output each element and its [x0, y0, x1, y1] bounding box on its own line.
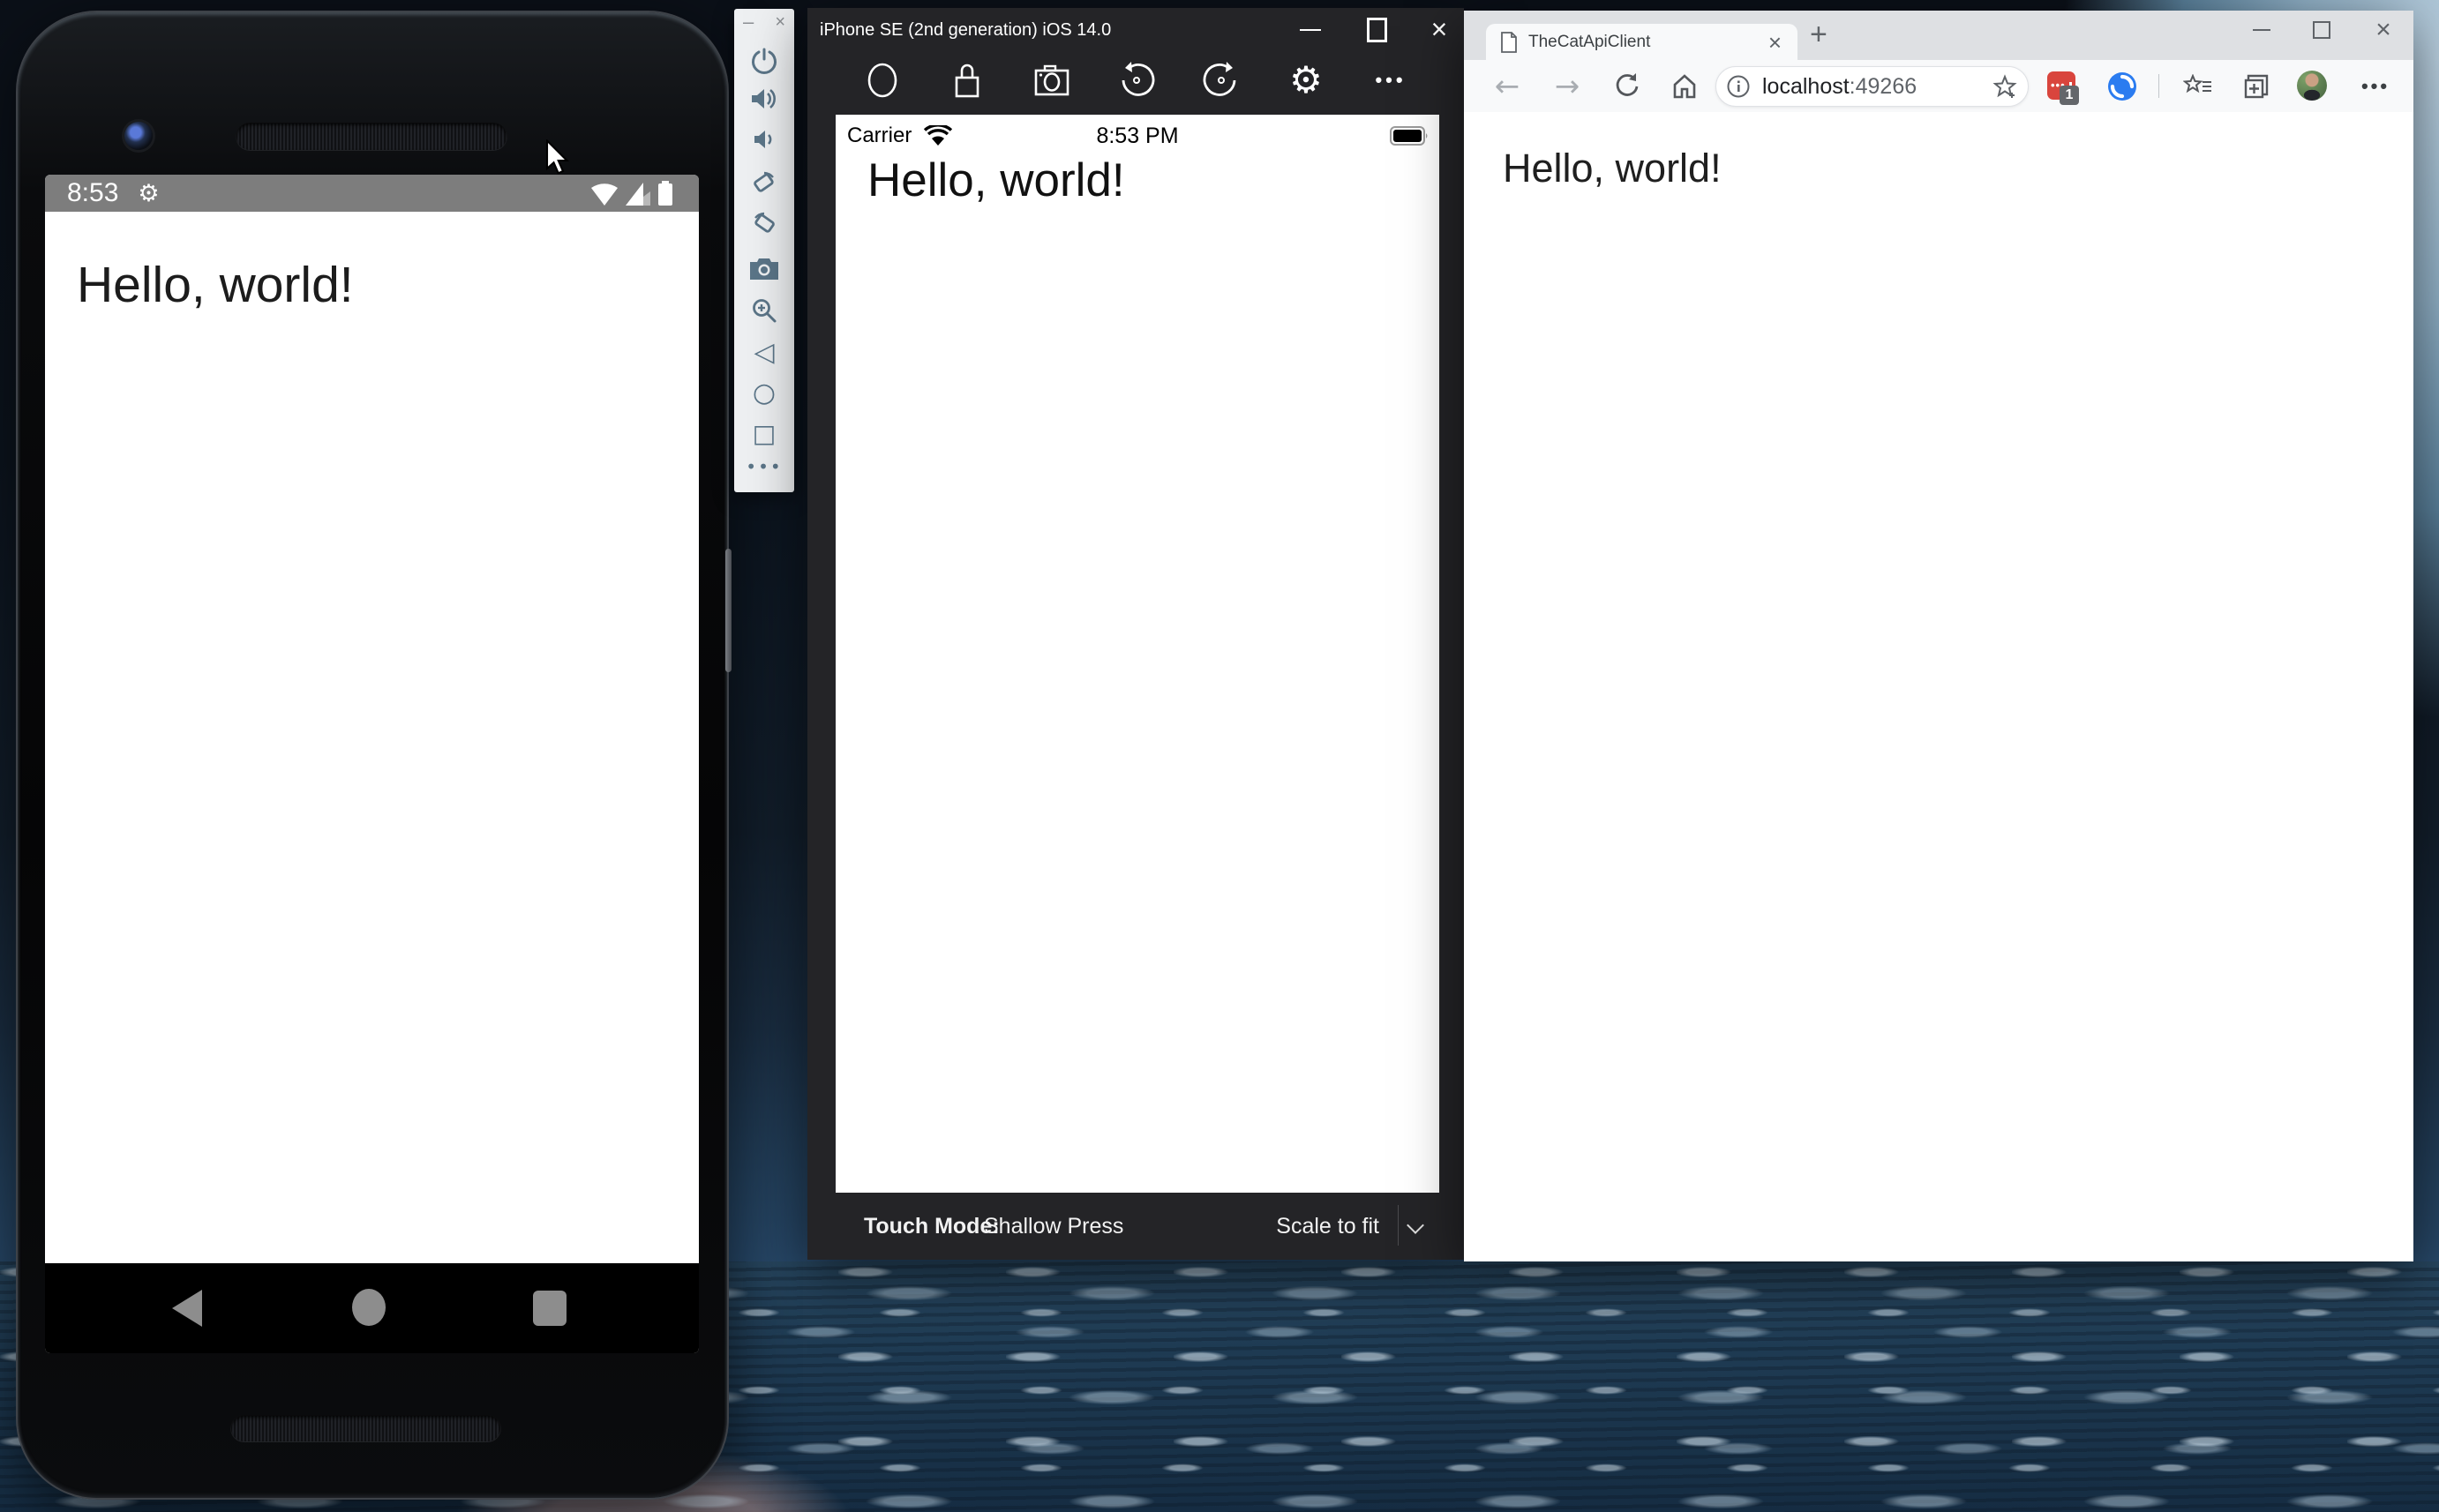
- clock-text: 8:53: [67, 178, 118, 208]
- rotate-right-icon[interactable]: [1198, 59, 1244, 101]
- toolbar-divider: [2158, 74, 2159, 98]
- ios-hello-text: Hello, world!: [867, 153, 1125, 207]
- lock-icon[interactable]: [944, 59, 990, 101]
- tab-strip: TheCatApiClient × + ×: [1464, 11, 2413, 60]
- settings-more-icon[interactable]: •••: [2354, 60, 2397, 112]
- touch-mode-value: Shallow Press: [984, 1214, 1123, 1239]
- rotate-left-icon[interactable]: [1114, 59, 1159, 101]
- url-host: localhost: [1762, 74, 1850, 99]
- wifi-icon: [591, 183, 618, 206]
- browser-tab[interactable]: TheCatApiClient ×: [1486, 24, 1797, 60]
- status-icons: [591, 181, 672, 206]
- page-content: Hello, world!: [1464, 112, 2413, 1261]
- new-tab-button[interactable]: +: [1810, 18, 1827, 52]
- site-info-icon[interactable]: [1727, 75, 1750, 98]
- earpiece-speaker: [236, 123, 507, 151]
- mouse-cursor: [544, 139, 571, 176]
- touch-mode-label: Touch Mode:: [864, 1214, 1000, 1239]
- browser-toolbar: ← → localhost:49266 ••• 1: [1464, 60, 2413, 112]
- collections-icon[interactable]: [2235, 60, 2278, 112]
- overview-nav-icon[interactable]: □: [734, 415, 794, 451]
- home-button[interactable]: [352, 1289, 386, 1326]
- close-icon[interactable]: ×: [775, 11, 785, 34]
- url-text[interactable]: localhost:49266: [1762, 74, 1917, 100]
- home-circle-icon[interactable]: [859, 59, 905, 101]
- home-icon[interactable]: [1663, 60, 1706, 112]
- ios-simulator-window: iPhone SE (2nd generation) iOS 14.0 × ⚙ …: [807, 8, 1464, 1260]
- browser-hello-text: Hello, world!: [1503, 146, 1722, 191]
- emulator-toolbar-titlebar: – ×: [734, 11, 794, 35]
- emulator-toolbar: – × ◁ ○ □ •••: [734, 9, 794, 492]
- back-icon[interactable]: ←: [1486, 60, 1528, 112]
- back-button[interactable]: [172, 1290, 202, 1327]
- desktop: { "android_emulator": { "status_bar": { …: [0, 0, 2439, 1512]
- tab-title: TheCatApiClient: [1528, 33, 1650, 52]
- divider: [1398, 1205, 1399, 1246]
- signal-icon: [626, 183, 650, 206]
- more-icon[interactable]: •••: [1368, 59, 1414, 101]
- back-nav-icon[interactable]: ◁: [734, 334, 794, 370]
- ios-status-bar: Carrier 8:53 PM: [836, 122, 1439, 150]
- password-extension-icon[interactable]: ••• 1: [2047, 71, 2075, 100]
- android-nav-bar: [45, 1263, 699, 1353]
- url-port: :49266: [1850, 74, 1917, 99]
- window-title: iPhone SE (2nd generation) iOS 14.0: [820, 20, 1111, 41]
- battery-icon: [1390, 126, 1429, 146]
- zoom-icon[interactable]: [734, 293, 794, 328]
- close-button[interactable]: ×: [1420, 8, 1459, 51]
- rotate-left-icon[interactable]: [734, 166, 794, 201]
- volume-up-icon[interactable]: [734, 81, 794, 116]
- favorites-bar-icon[interactable]: [2177, 60, 2219, 112]
- close-button[interactable]: ×: [2363, 11, 2404, 49]
- profile-avatar[interactable]: [2297, 71, 2327, 101]
- ios-screen: Carrier 8:53 PM Hello, world!: [836, 115, 1439, 1193]
- android-screen: 8:53 ⚙ Hello, world!: [45, 175, 699, 1353]
- volume-down-icon[interactable]: [734, 122, 794, 157]
- maximize-button[interactable]: [1357, 8, 1396, 51]
- android-hello-text: Hello, world!: [77, 256, 354, 314]
- minimize-button[interactable]: [1291, 8, 1330, 51]
- android-emulator-window: 8:53 ⚙ Hello, world!: [16, 11, 729, 1500]
- home-nav-icon[interactable]: ○: [734, 375, 794, 410]
- settings-gear-icon[interactable]: ⚙: [1283, 59, 1329, 101]
- page-icon: [1500, 32, 1518, 53]
- front-camera: [124, 122, 153, 150]
- power-icon[interactable]: [734, 43, 794, 79]
- refresh-icon[interactable]: [1606, 60, 1648, 112]
- address-bar[interactable]: localhost:49266: [1715, 66, 2029, 107]
- android-status-bar: 8:53 ⚙: [45, 175, 699, 212]
- favorite-star-icon[interactable]: [1992, 74, 2017, 99]
- minimize-icon[interactable]: –: [743, 11, 754, 34]
- forward-icon[interactable]: →: [1546, 60, 1588, 112]
- screenshot-camera-icon[interactable]: [734, 251, 794, 286]
- bottom-speaker: [230, 1415, 501, 1442]
- battery-icon: [658, 181, 672, 206]
- gear-icon: ⚙: [138, 182, 159, 206]
- chevron-down-icon[interactable]: [1407, 1216, 1424, 1234]
- maximize-button[interactable]: [2301, 11, 2342, 49]
- scale-to-fit-dropdown[interactable]: Scale to fit: [1276, 1214, 1379, 1239]
- minimize-button[interactable]: [2241, 11, 2282, 49]
- rotate-right-icon[interactable]: [734, 206, 794, 242]
- overview-button[interactable]: [533, 1291, 567, 1326]
- tab-close-icon[interactable]: ×: [1768, 29, 1782, 56]
- simulator-bottom-bar: Touch Mode: Shallow Press Scale to fit: [807, 1193, 1464, 1260]
- more-icon[interactable]: •••: [734, 449, 794, 484]
- screenshot-icon[interactable]: [1029, 59, 1075, 101]
- extension-badge: 1: [2060, 86, 2079, 105]
- power-side-button: [725, 549, 732, 672]
- clock-text: 8:53 PM: [836, 124, 1439, 149]
- blue-extension-icon[interactable]: [2107, 71, 2137, 101]
- browser-window: TheCatApiClient × + × ← → localhost:4926…: [1464, 11, 2413, 1261]
